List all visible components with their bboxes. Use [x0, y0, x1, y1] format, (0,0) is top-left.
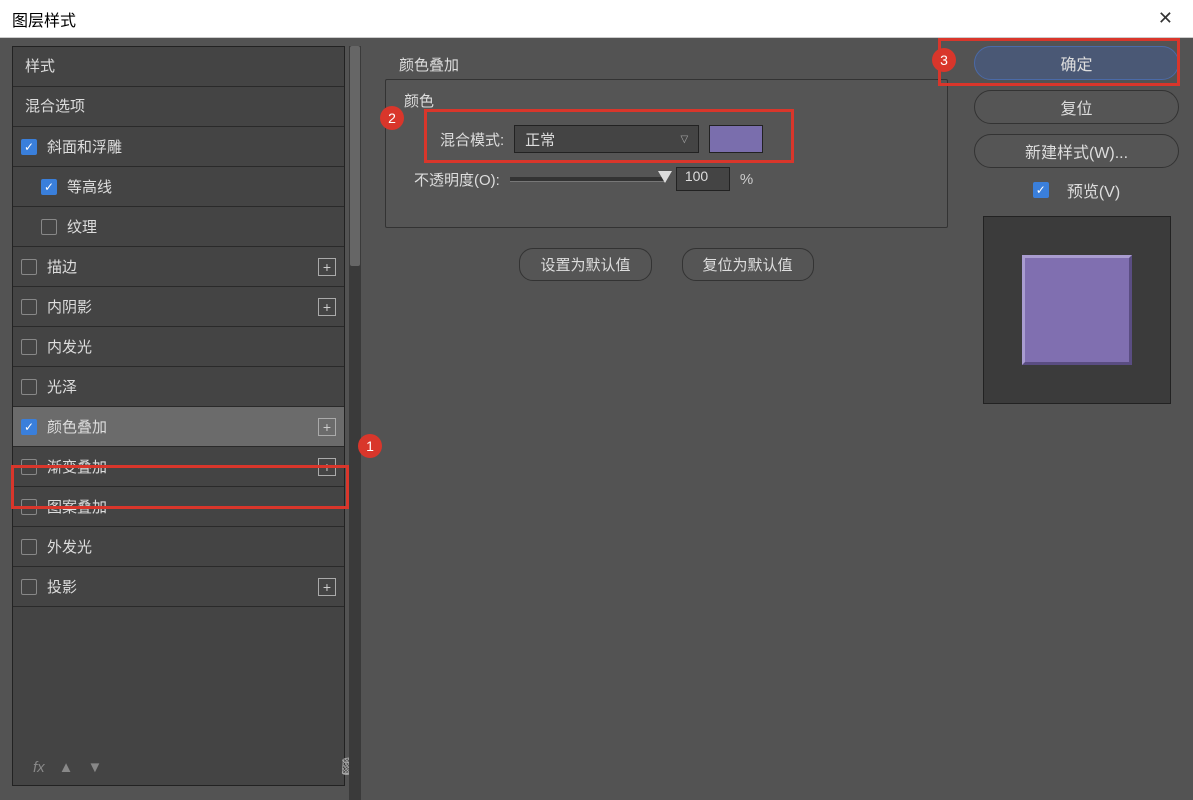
up-arrow-icon[interactable]: ▲ [59, 759, 74, 776]
style-checkbox[interactable] [21, 259, 37, 275]
style-item-label: 图案叠加 [47, 496, 107, 517]
style-list: 样式 混合选项 斜面和浮雕等高线纹理描边 + 内阴影 + 内发光光泽颜色叠加 + 渐变叠加 +… [12, 46, 345, 786]
style-item[interactable]: 外发光 [13, 527, 344, 567]
annotation-3: 3 [932, 48, 956, 72]
slider-handle[interactable] [658, 171, 672, 183]
chevron-down-icon: ▽ [680, 134, 688, 145]
fx-icon[interactable]: fx [33, 759, 45, 776]
style-item[interactable]: 等高线 [13, 167, 344, 207]
down-arrow-icon[interactable]: ▼ [88, 759, 103, 776]
style-checkbox[interactable] [21, 499, 37, 515]
style-item-label: 投影 [47, 576, 77, 597]
style-checkbox[interactable] [21, 459, 37, 475]
style-list-footer: fx ▲ ▼ 🗑 [33, 757, 358, 777]
style-item-label: 斜面和浮雕 [47, 136, 122, 157]
blend-mode-value: 正常 [525, 129, 555, 150]
style-checkbox[interactable] [21, 139, 37, 155]
style-item-label: 描边 [47, 256, 77, 277]
plus-icon[interactable]: + [318, 458, 336, 476]
style-item-label: 内阴影 [47, 296, 92, 317]
style-item[interactable]: 内阴影 + [13, 287, 344, 327]
plus-icon[interactable]: + [318, 418, 336, 436]
reset-button[interactable]: 复位 [974, 90, 1179, 124]
blend-mode-select[interactable]: 正常 ▽ [514, 125, 699, 153]
color-subheader: 颜色 [404, 90, 929, 111]
opacity-input[interactable]: 100 [676, 167, 730, 191]
style-checkbox[interactable] [21, 339, 37, 355]
color-overlay-group: 颜色 混合模式: 正常 ▽ 2 不透明度(O): 100 % [385, 79, 948, 228]
style-item[interactable]: 描边 + [13, 247, 344, 287]
preview-box [983, 216, 1171, 404]
styles-header[interactable]: 样式 [13, 47, 344, 87]
reset-default-button[interactable]: 复位为默认值 [682, 248, 814, 281]
scrollbar-track[interactable] [349, 46, 361, 800]
section-title: 颜色叠加 [385, 46, 948, 79]
annotation-2: 2 [380, 106, 404, 130]
window-title: 图层样式 [12, 7, 1150, 31]
scrollbar-thumb[interactable] [350, 46, 360, 266]
right-panel: 确定 3 复位 新建样式(W)... 预览(V) [968, 38, 1193, 800]
style-checkbox[interactable] [21, 579, 37, 595]
style-item[interactable]: 纹理 [13, 207, 344, 247]
style-item[interactable]: 渐变叠加 + [13, 447, 344, 487]
main-panel: 颜色叠加 颜色 混合模式: 正常 ▽ 2 不透明度(O): 100 % [365, 38, 968, 800]
style-item[interactable]: 图案叠加 [13, 487, 344, 527]
plus-icon[interactable]: + [318, 258, 336, 276]
preview-checkbox[interactable] [1033, 182, 1049, 198]
style-item-label: 等高线 [67, 176, 112, 197]
ok-button[interactable]: 确定 [974, 46, 1179, 80]
style-checkbox[interactable] [41, 179, 57, 195]
opacity-label: 不透明度(O): [414, 169, 500, 190]
style-item[interactable]: 斜面和浮雕 [13, 127, 344, 167]
color-swatch[interactable] [709, 125, 763, 153]
set-default-button[interactable]: 设置为默认值 [519, 248, 651, 281]
close-icon[interactable]: ✕ [1150, 8, 1181, 29]
preview-label: 预览(V) [1067, 178, 1120, 202]
blend-mode-label: 混合模式: [440, 129, 504, 150]
style-item-label: 光泽 [47, 376, 77, 397]
style-item-label: 纹理 [67, 216, 97, 237]
opacity-unit: % [740, 171, 753, 188]
style-item[interactable]: 颜色叠加 + [13, 407, 344, 447]
style-checkbox[interactable] [41, 219, 57, 235]
style-checkbox[interactable] [21, 539, 37, 555]
style-item-label: 外发光 [47, 536, 92, 557]
style-item-label: 渐变叠加 [47, 456, 107, 477]
style-item[interactable]: 内发光 [13, 327, 344, 367]
opacity-slider[interactable] [510, 177, 666, 182]
plus-icon[interactable]: + [318, 578, 336, 596]
titlebar: 图层样式 ✕ [0, 0, 1193, 38]
style-item-label: 内发光 [47, 336, 92, 357]
styles-sidebar: 样式 混合选项 斜面和浮雕等高线纹理描边 + 内阴影 + 内发光光泽颜色叠加 + 渐变叠加 +… [0, 38, 365, 800]
style-item-label: 颜色叠加 [47, 416, 107, 437]
blend-options-header[interactable]: 混合选项 [13, 87, 344, 127]
style-item[interactable]: 投影 + [13, 567, 344, 607]
style-item[interactable]: 光泽 [13, 367, 344, 407]
new-style-button[interactable]: 新建样式(W)... [974, 134, 1179, 168]
style-checkbox[interactable] [21, 419, 37, 435]
style-checkbox[interactable] [21, 379, 37, 395]
plus-icon[interactable]: + [318, 298, 336, 316]
annotation-1: 1 [358, 434, 382, 458]
style-checkbox[interactable] [21, 299, 37, 315]
preview-swatch [1022, 255, 1132, 365]
